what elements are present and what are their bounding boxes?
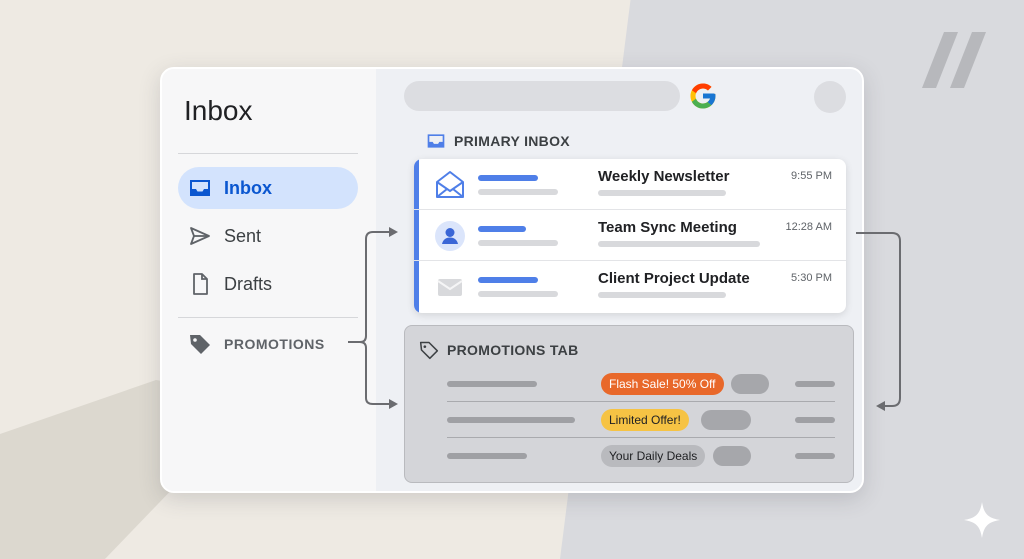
send-icon	[190, 227, 210, 245]
promo-row[interactable]: Your Daily Deals	[447, 438, 835, 474]
sender-placeholder-bar	[447, 417, 575, 423]
sender-placeholder-bar	[478, 175, 538, 181]
tag-icon	[190, 335, 210, 354]
inbox-icon	[190, 180, 210, 196]
promo-badge: Flash Sale! 50% Off	[601, 373, 724, 395]
sender-placeholder-bar	[478, 277, 538, 283]
google-logo-icon	[690, 83, 716, 109]
inbox-icon	[427, 134, 445, 148]
envelope-icon	[437, 279, 463, 296]
slash-stripes-icon	[922, 32, 986, 88]
main-panel: PRIMARY INBOX Weekly Newsletter 9:55 PM	[376, 69, 862, 491]
primary-inbox-list: Weekly Newsletter 9:55 PM Team Sync Meet…	[414, 159, 846, 313]
placeholder-pill	[701, 410, 751, 430]
sidebar: Inbox Inbox Sent Drafts PROMOTIONS	[162, 69, 376, 491]
divider	[178, 317, 358, 318]
promo-row[interactable]: Limited Offer!	[447, 402, 835, 438]
email-row[interactable]: Client Project Update 5:30 PM	[414, 261, 846, 312]
primary-inbox-heading: PRIMARY INBOX	[426, 131, 570, 151]
sidebar-item-label: Inbox	[224, 177, 272, 198]
email-time: 5:30 PM	[791, 272, 832, 284]
page-title: Inbox	[184, 95, 253, 126]
preview-placeholder-bar	[598, 241, 760, 247]
promotions-heading: PROMOTIONS TAB	[419, 340, 579, 360]
date-placeholder-bar	[795, 381, 835, 387]
draft-icon	[193, 273, 208, 295]
open-envelope-icon	[436, 171, 464, 198]
email-subject: Client Project Update	[598, 270, 750, 287]
section-title: PRIMARY INBOX	[454, 133, 570, 149]
mail-window: Inbox Inbox Sent Drafts PROMOTIONS PRIMA…	[160, 67, 864, 493]
sidebar-item-sent[interactable]: Sent	[178, 215, 358, 257]
sidebar-item-drafts[interactable]: Drafts	[178, 263, 358, 305]
sparkle-icon	[964, 502, 1000, 538]
promotions-tab-panel: PROMOTIONS TAB Flash Sale! 50% Off Limit…	[404, 325, 854, 483]
sidebar-item-label: PROMOTIONS	[224, 336, 325, 352]
divider	[178, 153, 358, 154]
email-row[interactable]: Team Sync Meeting 12:28 AM	[414, 210, 846, 261]
section-title: PROMOTIONS TAB	[447, 342, 579, 358]
search-input[interactable]	[404, 81, 680, 111]
promo-badge: Limited Offer!	[601, 409, 689, 431]
sidebar-item-inbox[interactable]: Inbox	[178, 167, 358, 209]
sender-placeholder-bar	[478, 226, 526, 232]
email-time: 12:28 AM	[785, 221, 832, 233]
sidebar-item-label: Sent	[224, 225, 262, 246]
promo-row[interactable]: Flash Sale! 50% Off	[447, 366, 835, 402]
person-avatar-icon	[435, 221, 465, 251]
promo-badge: Your Daily Deals	[601, 445, 706, 467]
email-time: 9:55 PM	[791, 170, 832, 182]
snippet-placeholder-bar	[478, 189, 558, 195]
placeholder-pill	[713, 446, 751, 466]
preview-placeholder-bar	[598, 190, 726, 196]
sidebar-item-promotions[interactable]: PROMOTIONS	[178, 323, 358, 365]
sender-placeholder-bar	[447, 381, 537, 387]
preview-placeholder-bar	[598, 292, 726, 298]
sidebar-item-label: Drafts	[224, 273, 273, 294]
email-row[interactable]: Weekly Newsletter 9:55 PM	[414, 159, 846, 210]
email-subject: Team Sync Meeting	[598, 219, 737, 236]
sender-placeholder-bar	[447, 453, 527, 459]
email-subject: Weekly Newsletter	[598, 168, 730, 185]
snippet-placeholder-bar	[478, 291, 558, 297]
placeholder-pill	[731, 374, 769, 394]
snippet-placeholder-bar	[478, 240, 558, 246]
date-placeholder-bar	[795, 417, 835, 423]
date-placeholder-bar	[795, 453, 835, 459]
tag-outline-icon	[419, 341, 439, 360]
account-avatar[interactable]	[814, 81, 846, 113]
